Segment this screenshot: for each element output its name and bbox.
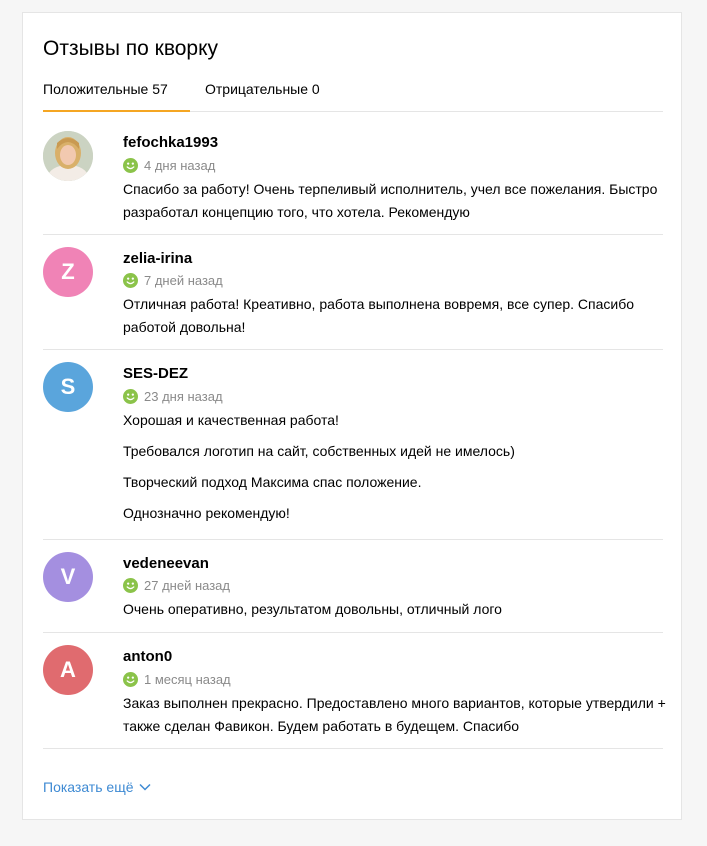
review-meta: 23 дня назад (123, 389, 223, 404)
review-text: Отличная работа! Креативно, работа выпол… (123, 293, 668, 347)
review-item: A anton0 1 месяц назад Заказ выполнен пр… (43, 633, 666, 749)
review-date: 7 дней назад (144, 273, 223, 288)
tab-positive[interactable]: Положительные 57 (43, 81, 190, 112)
review-text-paragraph: Очень оперативно, результатом довольны, … (123, 601, 502, 617)
review-item: Z zelia-irina 7 дней назад Отличная рабо… (43, 235, 663, 350)
review-meta: 4 дня назад (123, 158, 215, 173)
review-meta: 27 дней назад (123, 578, 230, 593)
chevron-down-icon (138, 783, 151, 791)
smile-icon (123, 672, 138, 687)
smile-icon (123, 578, 138, 593)
avatar-letter: Z (61, 259, 75, 284)
review-item: fefochka1993 4 дня назад Спасибо за рабо… (43, 112, 663, 235)
show-more-label: Показать ещё (43, 779, 134, 795)
avatar-photo (43, 131, 93, 181)
avatar[interactable]: V (43, 552, 93, 602)
review-text-paragraph: Требовался логотип на сайт, собственных … (123, 443, 515, 459)
review-text-paragraph: Хорошая и качественная работа! (123, 412, 339, 428)
review-date: 1 месяц назад (144, 672, 231, 687)
review-username[interactable]: SES-DEZ (123, 365, 188, 382)
review-text: Очень оперативно, результатом довольны, … (123, 598, 668, 629)
review-username[interactable]: vedeneevan (123, 555, 209, 572)
review-text-paragraph: Спасибо за работу! Очень терпеливый испо… (123, 181, 658, 220)
review-username[interactable]: anton0 (123, 648, 172, 665)
review-text-paragraph: Отличная работа! Креативно, работа выпол… (123, 296, 635, 335)
avatar[interactable] (43, 131, 93, 181)
page-title: Отзывы по кворку (43, 37, 219, 60)
review-text-paragraph: Заказ выполнен прекрасно. Предоставлено … (123, 695, 666, 734)
avatar[interactable]: Z (43, 247, 93, 297)
avatar[interactable]: A (43, 645, 93, 695)
review-item: S SES-DEZ 23 дня назад Хорошая и качеств… (43, 350, 663, 540)
tabs: Положительные 57 Отрицательные 0 (43, 79, 663, 112)
avatar-letter: V (60, 564, 76, 589)
reviews-card: Отзывы по кворку Положительные 57 Отрица… (22, 12, 682, 820)
review-text-paragraph: Творческий подход Максима спас положение… (123, 474, 422, 490)
review-text-paragraph: Однозначно рекомендую! (123, 505, 290, 521)
review-text: Спасибо за работу! Очень терпеливый испо… (123, 178, 668, 232)
tab-negative[interactable]: Отрицательные 0 (205, 81, 320, 110)
review-item: V vedeneevan 27 дней назад Очень операти… (43, 540, 663, 633)
avatar-letter: S (60, 374, 76, 399)
avatar[interactable]: S (43, 362, 93, 412)
review-meta: 1 месяц назад (123, 672, 231, 687)
smile-icon (123, 389, 138, 404)
show-more-link[interactable]: Показать ещё (43, 779, 151, 795)
review-date: 23 дня назад (144, 389, 223, 404)
review-date: 4 дня назад (144, 158, 216, 173)
review-username[interactable]: zelia-irina (123, 250, 192, 267)
smile-icon (123, 158, 138, 173)
review-date: 27 дней назад (144, 578, 230, 593)
review-text: Заказ выполнен прекрасно. Предоставлено … (123, 692, 668, 746)
avatar-letter: A (60, 657, 76, 682)
review-username[interactable]: fefochka1993 (123, 134, 218, 151)
review-meta: 7 дней назад (123, 273, 223, 288)
smile-icon (123, 273, 138, 288)
review-text: Хорошая и качественная работа! Требовалс… (123, 409, 668, 533)
